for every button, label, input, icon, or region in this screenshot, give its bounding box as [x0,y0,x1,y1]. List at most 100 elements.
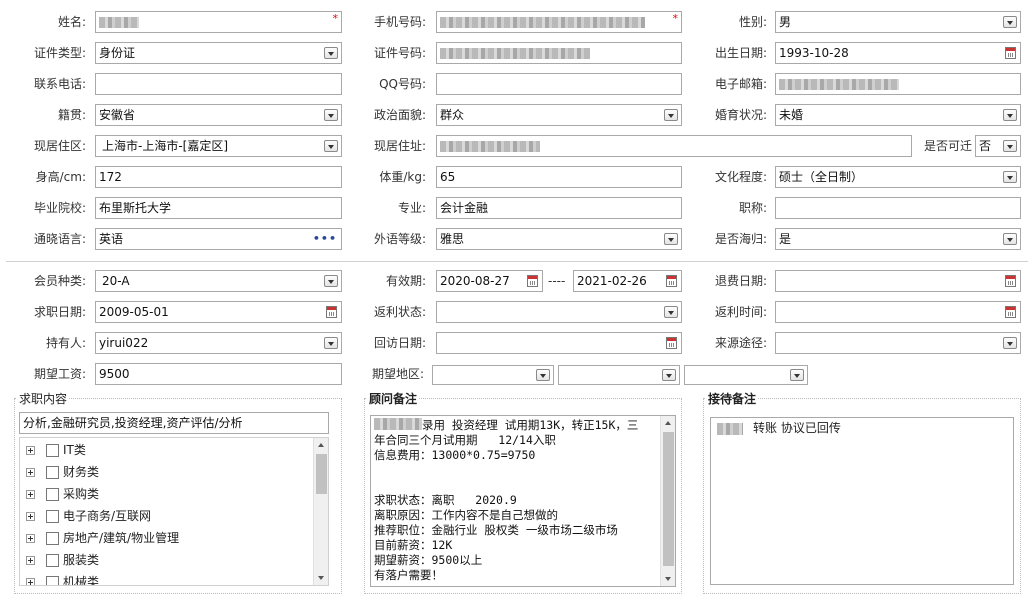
expand-icon[interactable] [26,534,35,543]
chevron-down-icon[interactable] [324,337,338,349]
tree-item[interactable]: 财务类 [26,461,99,483]
notes-scrollbar[interactable] [660,416,675,586]
chevron-down-icon[interactable] [664,306,678,318]
chevron-down-icon[interactable] [662,369,676,381]
chevron-down-icon[interactable] [664,233,678,245]
expand-icon[interactable] [26,490,35,499]
overseas-select[interactable]: 是 [775,228,1021,250]
scroll-thumb[interactable] [316,454,327,494]
refund-date-input[interactable] [775,270,1021,292]
id-no-input[interactable] [436,42,682,64]
title-input[interactable] [775,197,1021,219]
expand-icon[interactable] [26,512,35,521]
chevron-down-icon[interactable] [1003,140,1017,152]
job-intent-summary-input[interactable]: 分析,金融研究员,投资经理,资产评估/分析 [19,412,329,434]
expand-icon[interactable] [26,578,35,585]
tree-item[interactable]: 服装类 [26,549,99,571]
chevron-down-icon[interactable] [324,275,338,287]
valid-from-input[interactable]: 2020-08-27 [436,270,543,292]
calendar-icon[interactable] [527,275,538,287]
region-province-select[interactable] [432,365,554,385]
chevron-down-icon[interactable] [324,47,338,59]
calendar-icon[interactable] [666,337,677,349]
language-input[interactable]: 英语 ••• [95,228,342,250]
political-select[interactable]: 群众 [436,104,682,126]
checkbox[interactable] [46,510,59,523]
reception-notes-textarea[interactable]: 转账 协议已回传 [710,417,1014,585]
phone-input[interactable]: * [436,11,682,33]
relocate-select[interactable]: 否 [975,135,1021,157]
holder-select[interactable]: yirui022 [95,332,342,354]
political-label: 政治面貌: [373,108,426,122]
source-select[interactable] [775,332,1021,354]
region-district-select[interactable] [684,365,808,385]
scroll-thumb[interactable] [663,432,674,566]
valid-label: 有效期: [385,274,426,288]
rebate-time-input[interactable] [775,301,1021,323]
marital-select[interactable]: 未婚 [775,104,1021,126]
member-type-select[interactable]: 20-A [95,270,342,292]
expand-icon[interactable] [26,556,35,565]
checkbox[interactable] [46,554,59,567]
salary-input[interactable]: 9500 [95,363,342,385]
expand-icon[interactable] [26,446,35,455]
checkbox[interactable] [46,444,59,457]
tree-item[interactable]: 房地产/建筑/物业管理 [26,527,179,549]
revisit-date-input[interactable] [436,332,682,354]
gender-select[interactable]: 男 [775,11,1021,33]
chevron-down-icon[interactable] [1003,109,1017,121]
address-input[interactable] [436,135,912,157]
id-type-select[interactable]: 身份证 [95,42,342,64]
height-input[interactable]: 172 [95,166,342,188]
tree-item[interactable]: 电子商务/互联网 [26,505,151,527]
residence-select[interactable]: 上海市-上海市-[嘉定区] [95,135,342,157]
qq-input[interactable] [436,73,682,95]
tree-item[interactable]: 采购类 [26,483,99,505]
rebate-status-select[interactable] [436,301,682,323]
region-city-select[interactable] [558,365,680,385]
valid-to-input[interactable]: 2021-02-26 [573,270,682,292]
chevron-down-icon[interactable] [1003,337,1017,349]
consultant-notes-textarea[interactable]: 录用 投资经理 试用期13K，转正15K，三 年合同三个月试用期 12/14入职… [370,415,676,587]
calendar-icon[interactable] [1005,275,1016,287]
chevron-down-icon[interactable] [324,109,338,121]
school-input[interactable]: 布里斯托大学 [95,197,342,219]
checkbox[interactable] [46,532,59,545]
education-select[interactable]: 硕士（全日制） [775,166,1021,188]
chevron-down-icon[interactable] [1003,233,1017,245]
birth-date-input[interactable]: 1993-10-28 [775,42,1021,64]
chevron-down-icon[interactable] [664,109,678,121]
checkbox[interactable] [46,576,59,585]
major-input[interactable]: 会计金融 [436,197,682,219]
tel-input[interactable] [95,73,342,95]
scroll-up-icon[interactable] [314,438,328,452]
calendar-icon[interactable] [1005,47,1016,59]
checkbox[interactable] [46,488,59,501]
name-input[interactable]: * [95,11,342,33]
calendar-icon[interactable] [326,306,337,318]
more-icon[interactable]: ••• [313,229,337,249]
tree-item[interactable]: IT类 [26,439,86,461]
chevron-down-icon[interactable] [536,369,550,381]
lang-level-select[interactable]: 雅思 [436,228,682,250]
scroll-down-icon[interactable] [661,572,675,586]
job-category-tree[interactable]: IT类 财务类 采购类 电子商务/互联网 房地产/建筑/物业管理 服装类 机械类 [19,437,329,586]
email-input[interactable] [775,73,1021,95]
calendar-icon[interactable] [1005,306,1016,318]
checkbox[interactable] [46,466,59,479]
chevron-down-icon[interactable] [1003,171,1017,183]
calendar-icon[interactable] [666,275,677,287]
apply-date-input[interactable]: 2009-05-01 [95,301,342,323]
expand-icon[interactable] [26,468,35,477]
chevron-down-icon[interactable] [324,140,338,152]
tree-item[interactable]: 机械类 [26,571,99,585]
tree-scrollbar[interactable] [313,438,328,585]
required-marker: * [332,12,339,25]
weight-input[interactable]: 65 [436,166,682,188]
native-select[interactable]: 安徽省 [95,104,342,126]
scroll-up-icon[interactable] [661,416,675,430]
chevron-down-icon[interactable] [1003,16,1017,28]
chevron-down-icon[interactable] [790,369,804,381]
scroll-down-icon[interactable] [314,571,328,585]
qq-label: QQ号码: [379,77,426,91]
